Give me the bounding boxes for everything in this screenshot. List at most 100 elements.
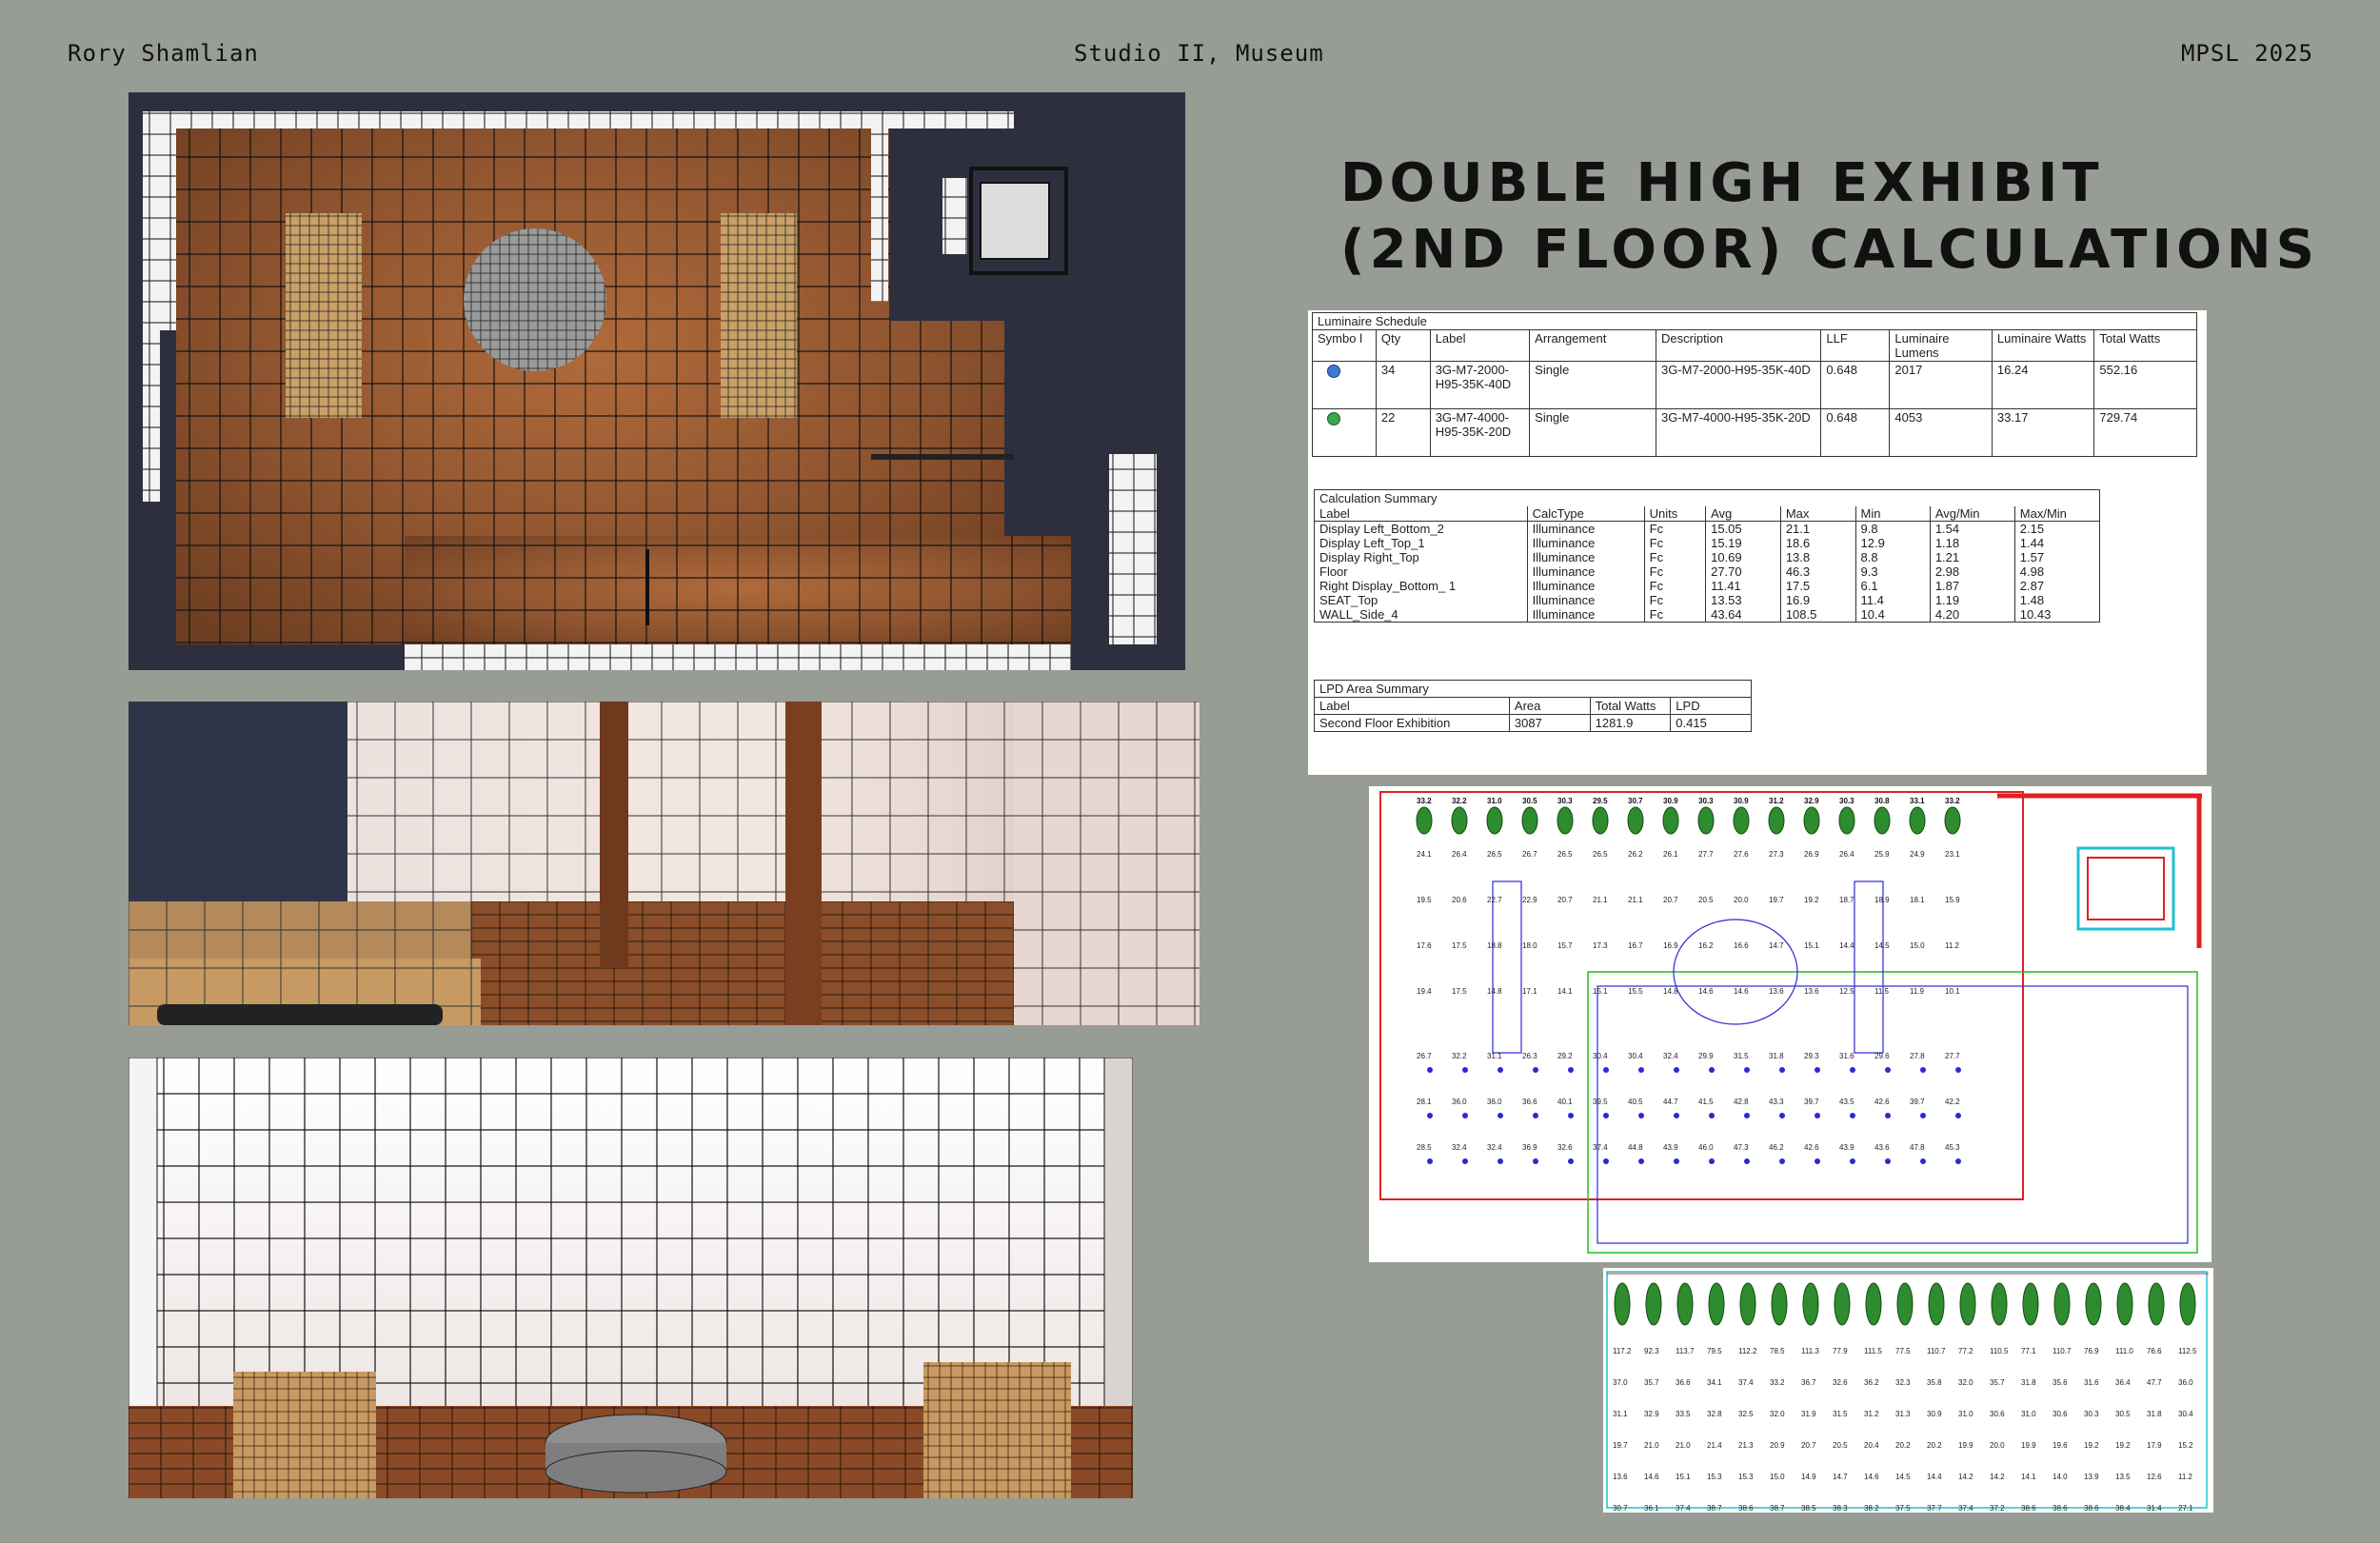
blue-luminaire-icon [1709,1158,1715,1164]
green-luminaire-icon [1521,806,1538,835]
page-title: DOUBLE HIGH EXHIBIT (2ND FLOOR) CALCULAT… [1340,150,2319,284]
wall-calculation-grid: 117.2 92.3 113.7 79.5 112.2 78.5 111.3 77.9 111.… [1603,1268,2213,1513]
calc-point-label: 112.2 [1738,1347,1757,1355]
calculation-summary-table: Calculation Summary Label CalcType Units… [1314,489,2101,623]
calc-point-label: 36.2 [1864,1378,1879,1387]
blue-luminaire-icon [1779,1067,1785,1073]
blue-luminaire-icon [1427,1067,1433,1073]
green-luminaire-icon [1708,1282,1725,1326]
calc-point-label: 14.6 [1864,1473,1879,1481]
green-luminaire-icon [1944,806,1961,835]
table-cell: 8.8 [1854,550,1931,564]
table-cell: Fc [1643,607,1707,623]
table-cell: Display Left_Top_1 [1314,536,1528,550]
calc-point-label: 25.9 [1874,850,1890,859]
blue-luminaire-icon [1815,1113,1820,1118]
table-cell: 2.98 [1929,564,2015,579]
calc-point-label: 20.7 [1663,896,1678,904]
calc-point-label: 43.5 [1839,1098,1854,1106]
calc-point-label: 41.5 [1698,1098,1714,1106]
blue-luminaire-icon [1568,1113,1574,1118]
table-cell: 15.19 [1705,536,1781,550]
calc-point-label: 23.1 [1945,850,1960,859]
calc-point-label: 33.2 [1770,1378,1785,1387]
green-luminaire-icon [1697,806,1715,835]
calc-point-label: 17.6 [1417,941,1432,950]
calc-point-label: 77.9 [1833,1347,1848,1355]
luminaire-schedule-header-row: Symbo l Qty Label Arrangement Descriptio… [1312,329,2197,362]
col-header: LLF [1820,329,1891,362]
blue-luminaire-icon [1815,1067,1820,1073]
display-outline [1492,880,1522,1054]
zone-outline [1597,985,2189,1244]
blue-luminaire-icon [1709,1113,1715,1118]
render-seating-elevation [129,1058,1133,1498]
calc-point-label: 24.1 [1417,850,1432,859]
symbol-cell [1312,361,1377,409]
table-cell: 1.87 [1929,579,2015,593]
calc-point-label: 32.6 [1833,1378,1848,1387]
table-cell: 10.4 [1854,607,1931,623]
calc-point-label: 37.4 [1676,1504,1691,1513]
calc-point-label: 19.4 [1417,987,1432,996]
calc-point-label: 15.2 [2178,1441,2193,1450]
calc-point-label: 32.2 [1452,797,1467,805]
calc-point-label: 26.5 [1487,850,1502,859]
table-cell: 4.98 [2013,564,2101,579]
calc-point-label: 14.9 [1801,1473,1816,1481]
lpd-area-summary-table: LPD Area Summary Label Area Total Watts … [1314,680,1752,732]
table-cell: 4.20 [1929,607,2015,623]
table-cell: 3G-M7-2000-H95-35K-40D [1655,361,1822,409]
calc-point-label: 29.2 [1557,1052,1573,1060]
calc-point-label: 18.1 [1910,896,1925,904]
calc-point-label: 47.8 [1910,1143,1925,1152]
lpd-summary-caption: LPD Area Summary [1314,680,1752,697]
calc-point-label: 32.0 [1958,1378,1973,1387]
green-luminaire-icon [1451,806,1468,835]
table-row: 34 3G-M7-2000-H95-35K-40D Single 3G-M7-2… [1312,361,2197,409]
calc-point-label: 43.6 [1874,1143,1890,1152]
table-row: 22 3G-M7-4000-H95-35K-20D Single 3G-M7-4… [1312,408,2197,457]
calc-point-label: 32.3 [1895,1378,1911,1387]
calc-point-label: 18.8 [1487,941,1502,950]
blue-luminaire-icon [1638,1113,1644,1118]
table-cell: 108.5 [1779,607,1856,623]
table-cell: 12.9 [1854,536,1931,550]
display-outline [1854,880,1884,1054]
table-cell: 1.48 [2013,593,2101,607]
calc-point-label: 11.9 [1910,987,1925,996]
calc-point-label: 13.6 [1769,987,1784,996]
calc-point-label: 29.5 [1593,797,1608,805]
table-cell: 46.3 [1779,564,1856,579]
col-header: Total Watts [2093,329,2197,362]
calc-point-label: 11.2 [1945,941,1960,950]
calc-point-label: 19.6 [2053,1441,2068,1450]
window-outline [2087,857,2165,920]
calc-point-label: 15.0 [1770,1473,1785,1481]
table-cell: 1.54 [1929,521,2015,536]
calc-point-label: 33.1 [1910,797,1925,805]
blue-luminaire-icon [1638,1067,1644,1073]
calc-point-label: 35.6 [2053,1378,2068,1387]
blue-luminaire-icon [1568,1158,1574,1164]
calc-point-label: 14.2 [1958,1473,1973,1481]
calc-point-label: 12.6 [2147,1473,2162,1481]
calc-point-label: 15.1 [1593,987,1608,996]
calc-point-label: 19.9 [2021,1441,2036,1450]
calc-point-label: 40.5 [1628,1098,1643,1106]
calc-point-label: 16.9 [1663,941,1678,950]
calc-point-label: 32.4 [1487,1143,1502,1152]
blue-luminaire-icon [1533,1158,1538,1164]
green-luminaire-icon [1838,806,1855,835]
calc-point-label: 37.2 [1990,1504,2005,1513]
col-header: Label [1314,697,1510,715]
calc-point-label: 27.7 [1945,1052,1960,1060]
calc-point-label: 14.7 [1833,1473,1848,1481]
blue-luminaire-icon [1920,1067,1926,1073]
calc-point-label: 31.8 [2021,1378,2036,1387]
table-cell: 1.44 [2013,536,2101,550]
col-header: Max/Min [2013,506,2101,522]
green-luminaire-icon [1662,806,1679,835]
table-row: Display Left_Top_1 Illuminance Fc 15.19 18.6… [1314,536,2101,550]
blue-luminaire-icon [1462,1113,1468,1118]
